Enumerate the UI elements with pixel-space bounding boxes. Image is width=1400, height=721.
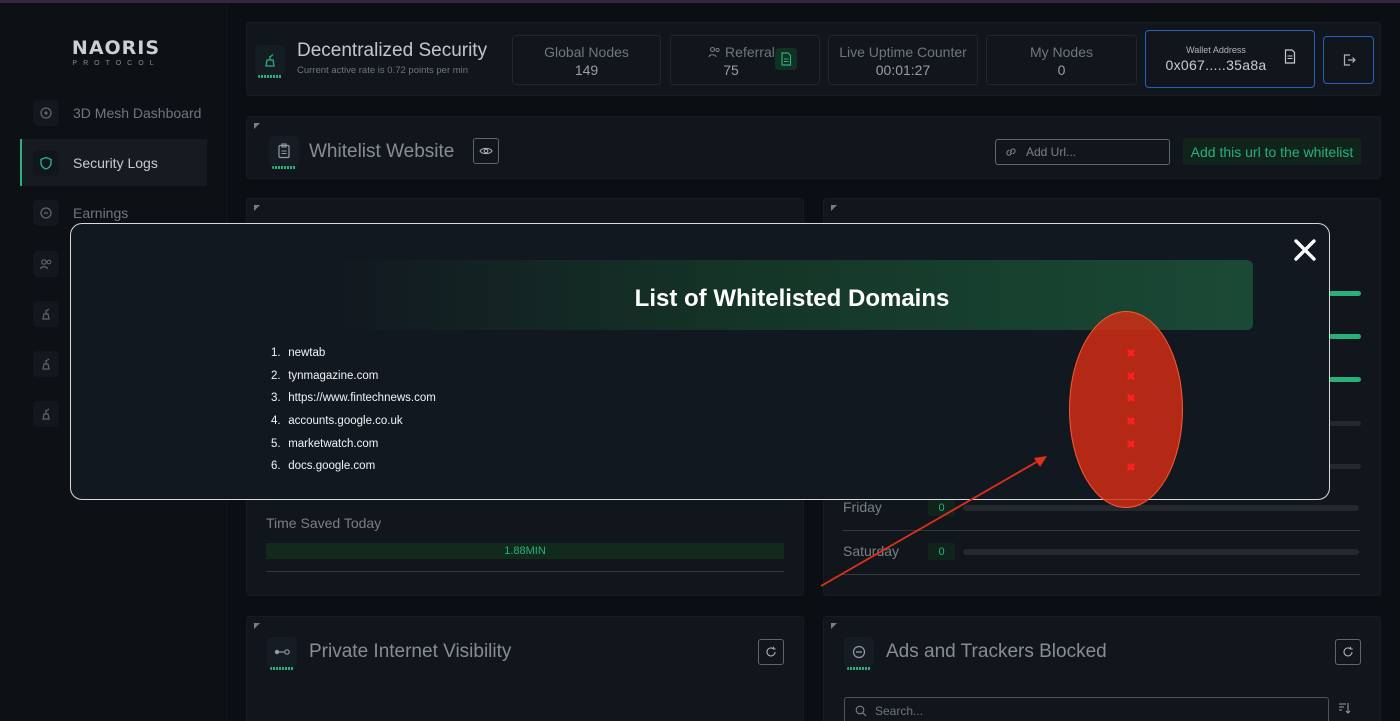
list-number: 5. xyxy=(271,437,281,450)
domain-list: 1. newtab 2. tynmagazine.com 3. https://… xyxy=(271,342,436,478)
list-number: 6. xyxy=(271,460,281,473)
list-item: 1. newtab xyxy=(271,342,436,365)
remove-domain-icon[interactable]: ✖ xyxy=(1126,417,1136,428)
list-item: 2. tynmagazine.com xyxy=(271,365,436,388)
list-item: 4. accounts.google.co.uk xyxy=(271,410,436,433)
domain-name: docs.google.com xyxy=(288,460,376,473)
list-item: 6. docs.google.com xyxy=(271,455,436,478)
remove-domain-icon[interactable]: ✖ xyxy=(1126,440,1136,451)
domain-name: tynmagazine.com xyxy=(288,369,379,382)
modal-title: List of Whitelisted Domains xyxy=(634,285,950,312)
remove-domain-icon[interactable]: ✖ xyxy=(1126,394,1136,405)
whitelisted-domains-modal: List of Whitelisted Domains 1. newtab 2.… xyxy=(70,223,1330,508)
domain-name: marketwatch.com xyxy=(288,437,379,450)
list-item: 3. https://www.fintechnews.com xyxy=(271,387,436,410)
domain-name: accounts.google.co.uk xyxy=(288,415,403,428)
remove-domain-icon[interactable]: ✖ xyxy=(1126,463,1136,474)
list-number: 4. xyxy=(271,415,281,428)
domain-name: https://www.fintechnews.com xyxy=(288,392,436,405)
list-number: 3. xyxy=(271,392,281,405)
domain-name: newtab xyxy=(288,347,326,359)
highlight-oval xyxy=(1069,311,1183,508)
remove-domain-icon[interactable]: ✖ xyxy=(1126,372,1136,383)
list-number: 2. xyxy=(271,369,281,382)
list-number: 1. xyxy=(271,347,281,359)
close-icon[interactable] xyxy=(1292,237,1318,263)
list-item: 5. marketwatch.com xyxy=(271,433,436,456)
remove-domain-icon[interactable]: ✖ xyxy=(1126,349,1136,360)
